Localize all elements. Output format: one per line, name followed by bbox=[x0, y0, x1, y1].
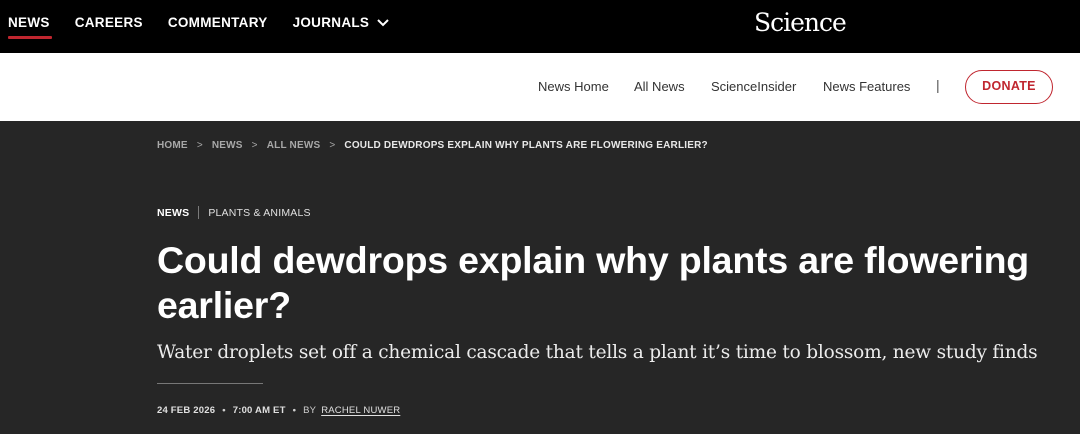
subnav-news-home[interactable]: News Home bbox=[538, 79, 609, 94]
breadcrumb-separator: > bbox=[196, 140, 203, 151]
publish-date: 24 FEB 2026 bbox=[157, 405, 216, 416]
donate-button[interactable]: DONATE bbox=[965, 70, 1053, 104]
subnav-scienceinsider[interactable]: ScienceInsider bbox=[711, 79, 796, 94]
nav-news[interactable]: NEWS bbox=[8, 0, 52, 53]
breadcrumb-separator: > bbox=[251, 140, 258, 151]
secondary-navigation-bar: News Home All News ScienceInsider News F… bbox=[0, 53, 1080, 121]
meta-separator: • bbox=[222, 405, 226, 416]
category-tag[interactable]: NEWS bbox=[157, 207, 189, 219]
article-dek: Water droplets set off a chemical cascad… bbox=[157, 342, 1038, 363]
breadcrumb-all-news[interactable]: ALL NEWS bbox=[267, 140, 321, 151]
nav-journals[interactable]: JOURNALS bbox=[293, 0, 392, 53]
breadcrumb-home[interactable]: HOME bbox=[157, 140, 188, 151]
nav-journals-label: JOURNALS bbox=[292, 15, 370, 30]
breadcrumb-news[interactable]: NEWS bbox=[212, 140, 243, 151]
subnav-divider: | bbox=[936, 77, 940, 93]
subnav-news-features[interactable]: News Features bbox=[823, 79, 910, 94]
nav-careers[interactable]: CAREERS bbox=[75, 0, 143, 53]
primary-nav: NEWS CAREERS COMMENTARY JOURNALS bbox=[0, 0, 391, 53]
article-title: Could dewdrops explain why plants are fl… bbox=[157, 239, 1029, 326]
meta-separator: • bbox=[292, 405, 297, 416]
divider-rule bbox=[157, 383, 263, 384]
author-link[interactable]: RACHEL NUWER bbox=[321, 405, 400, 416]
topic-tag[interactable]: PLANTS & ANIMALS bbox=[208, 207, 310, 219]
publish-time: 7:00 AM ET bbox=[232, 405, 286, 416]
breadcrumb-separator: > bbox=[329, 140, 336, 151]
breadcrumb-current: COULD DEWDROPS EXPLAIN WHY PLANTS ARE FL… bbox=[344, 140, 708, 151]
nav-commentary[interactable]: COMMENTARY bbox=[168, 0, 268, 53]
byline-label: BY bbox=[303, 405, 317, 416]
tag-divider bbox=[198, 206, 200, 219]
article-meta: 24 FEB 2026 • 7:00 AM ET • BY RACHEL NUW… bbox=[157, 405, 400, 416]
chevron-down-icon[interactable] bbox=[377, 0, 391, 46]
subnav-all-news[interactable]: All News bbox=[634, 79, 685, 94]
article-tags: NEWS PLANTS & ANIMALS bbox=[157, 206, 311, 219]
breadcrumb: HOME > NEWS > ALL NEWS > COULD DEWDROPS … bbox=[157, 140, 708, 151]
top-navigation-bar: NEWS CAREERS COMMENTARY JOURNALS Science bbox=[0, 0, 1080, 53]
science-logo[interactable]: Science bbox=[754, 8, 847, 37]
